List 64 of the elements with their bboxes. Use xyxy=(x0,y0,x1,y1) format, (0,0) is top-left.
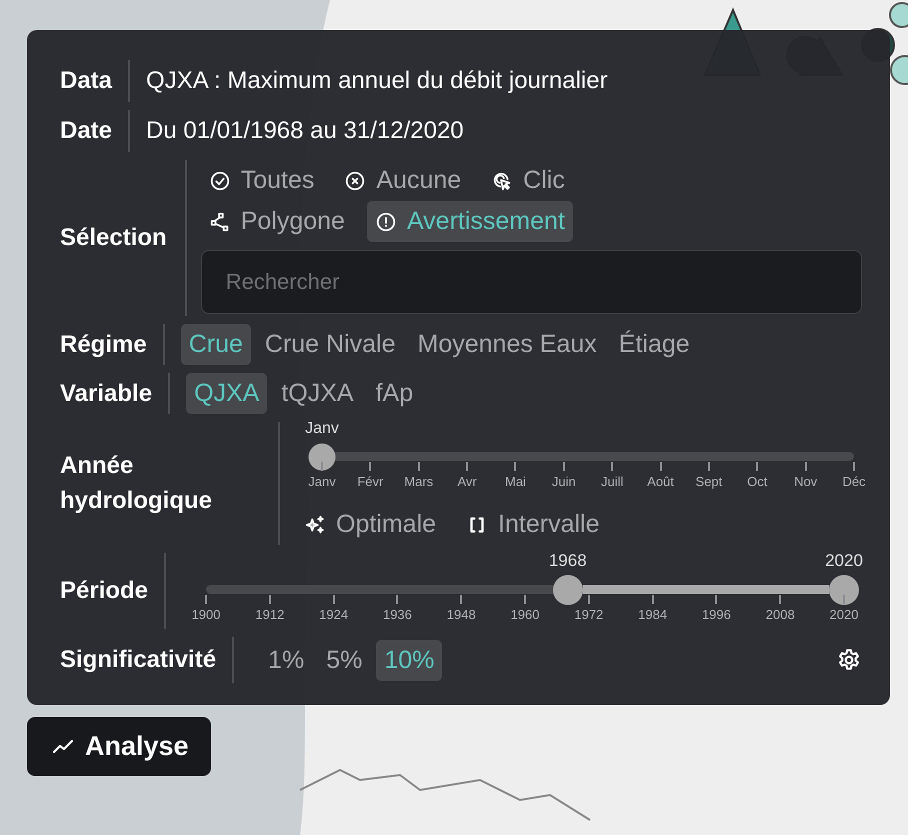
slider-thumb[interactable] xyxy=(552,574,583,604)
option-button[interactable]: 5% xyxy=(318,640,370,680)
polygon-nodes-icon xyxy=(208,210,231,232)
option-button[interactable]: tQJXA xyxy=(273,373,362,414)
tick-label: 1936 xyxy=(382,607,412,622)
slider-thumb[interactable] xyxy=(308,443,336,470)
tick-label: Mars xyxy=(404,474,434,489)
row-label: Sélection xyxy=(60,224,167,252)
tick-label: 1960 xyxy=(510,607,540,622)
tick-label: Oct xyxy=(747,474,768,489)
tick-label: Juin xyxy=(552,474,576,489)
sparkles-icon xyxy=(304,514,326,536)
row-label: Date xyxy=(60,117,112,145)
option-button[interactable]: fAp xyxy=(368,373,422,414)
option-button[interactable]: Crue Nivale xyxy=(256,324,404,365)
option-button[interactable]: 1% xyxy=(260,640,312,680)
option-button[interactable]: Toutes xyxy=(200,160,322,201)
tick-label: 1996 xyxy=(702,607,731,622)
option-button[interactable]: Aucune xyxy=(336,160,470,201)
tick-label: Avr xyxy=(457,474,477,489)
tick-label: Nov xyxy=(794,474,818,489)
slider-value: 1968 xyxy=(548,551,587,571)
exclamation-circle-icon xyxy=(374,210,397,232)
option-button[interactable]: Polygone xyxy=(200,201,353,242)
row-label: Période xyxy=(60,577,148,605)
tick-label: 1924 xyxy=(319,607,348,622)
option-button[interactable]: Crue xyxy=(180,324,251,365)
tick-label: 1948 xyxy=(446,607,476,622)
row-label: Régime xyxy=(60,330,147,358)
tick-label: 1912 xyxy=(255,607,284,622)
search-field[interactable]: Rechercher xyxy=(200,250,862,314)
slider-thumb[interactable] xyxy=(829,574,859,604)
tick-label: 2008 xyxy=(766,607,795,622)
row-label: Variable xyxy=(60,380,152,408)
analyse-button[interactable]: Analyse xyxy=(27,717,211,776)
option-button[interactable]: Intervalle xyxy=(458,504,608,545)
tick-label: Janv xyxy=(308,474,336,489)
option-button[interactable]: QJXA xyxy=(186,373,268,414)
tick-label: 1984 xyxy=(638,607,668,622)
tick-label: 2020 xyxy=(830,607,858,622)
row-value: Du 01/01/1968 au 31/12/2020 xyxy=(146,117,464,145)
option-button[interactable]: Étiage xyxy=(610,324,698,365)
slider-value: Janv xyxy=(305,420,339,438)
tick-label: Déc xyxy=(842,474,866,489)
tick-label: 1900 xyxy=(192,607,220,622)
tick-label: Févr xyxy=(357,474,384,489)
tick-label: Juill xyxy=(600,474,624,489)
option-button[interactable]: Avertissement xyxy=(366,201,573,242)
option-button[interactable]: 10% xyxy=(376,640,442,680)
slider-value: 2020 xyxy=(825,551,863,571)
tick-label: Sept xyxy=(696,474,722,489)
row-label: Année hydrologique xyxy=(60,450,213,516)
option-button[interactable]: Clic xyxy=(483,160,573,201)
close-circle-icon xyxy=(344,170,366,192)
tick-label: 1972 xyxy=(574,607,604,622)
row-label: Significativité xyxy=(60,646,216,674)
option-button[interactable]: Optimale xyxy=(296,504,444,545)
settings-icon[interactable] xyxy=(836,647,862,673)
tick-label: Mai xyxy=(504,474,526,489)
row-value: QJXA : Maximum annuel du débit journalier xyxy=(146,67,608,95)
row-label: Data xyxy=(60,67,112,95)
option-button[interactable]: Moyennes Eaux xyxy=(410,324,605,365)
tick-label: Août xyxy=(647,474,674,489)
check-circle-icon xyxy=(208,170,231,192)
